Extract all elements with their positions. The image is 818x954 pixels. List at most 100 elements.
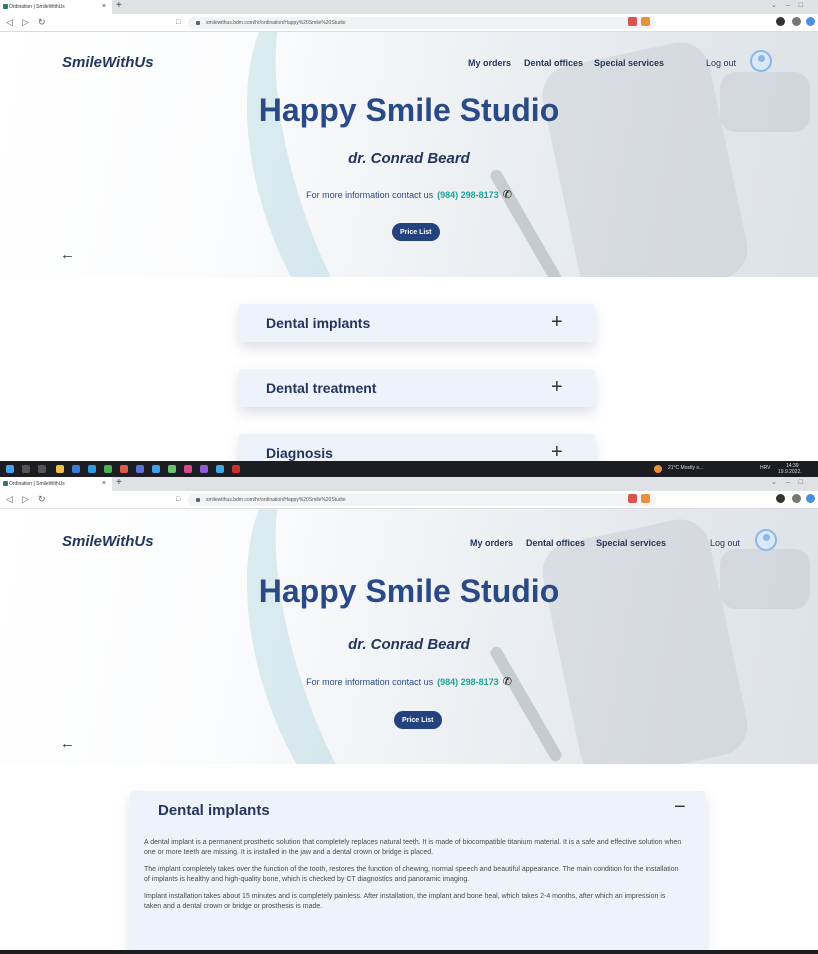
weather-text[interactable]: 21°C Mostly s... [668, 465, 703, 471]
taskbar-app-icon[interactable] [72, 465, 80, 473]
windows-start-icon[interactable] [6, 465, 14, 473]
profile-icon[interactable] [806, 17, 815, 26]
window-icon[interactable] [792, 17, 801, 26]
taskbar-app-icon[interactable] [168, 465, 176, 473]
extension-icon[interactable] [628, 494, 637, 503]
hero-section: SmileWithUs My orders Dental offices Spe… [0, 509, 818, 764]
taskbar-app-icon[interactable] [104, 465, 112, 473]
nav-my-orders[interactable]: My orders [468, 58, 511, 68]
language-indicator[interactable]: HRV [760, 465, 770, 471]
favicon-icon [3, 4, 8, 9]
address-bar: ◁ ▷ ↻ □ smilewithus.bdm.com/hr/ordinatio… [0, 14, 818, 32]
accordion-dental-implants[interactable]: Dental implants + [239, 304, 595, 342]
back-icon[interactable]: ◁ [6, 17, 13, 28]
user-avatar-icon[interactable] [755, 529, 777, 551]
studio-title: Happy Smile Studio [258, 573, 560, 609]
user-avatar-icon[interactable] [750, 50, 772, 72]
puzzle-icon[interactable] [776, 17, 785, 26]
paragraph: The implant completely takes over the fu… [144, 866, 679, 883]
url-text: smilewithus.bdm.com/hr/ordination/Happy%… [206, 497, 346, 503]
price-list-button[interactable]: Price List [392, 223, 440, 241]
taskbar-app-icon[interactable] [88, 465, 96, 473]
url-input[interactable]: smilewithus.bdm.com/hr/ordination/Happy%… [188, 17, 656, 29]
accordion-title: Dental treatment [266, 380, 377, 396]
back-arrow-icon[interactable]: ← [60, 246, 75, 263]
new-tab-button[interactable]: + [116, 478, 122, 488]
logout-link[interactable]: Log out [710, 538, 740, 548]
url-text: smilewithus.bdm.com/hr/ordination/Happy%… [206, 20, 346, 26]
taskbar-app-icon[interactable] [152, 465, 160, 473]
nav-dental-offices[interactable]: Dental offices [524, 58, 583, 68]
new-tab-button[interactable]: + [116, 1, 122, 11]
clock-date[interactable]: 19.9.2022. [778, 469, 802, 475]
accordion-body: A dental implant is a permanent prosthet… [144, 838, 684, 919]
browser-tab[interactable]: Ordination | SmileWithUs × [0, 0, 112, 14]
taskbar-app-icon[interactable] [232, 465, 240, 473]
back-icon[interactable]: ◁ [6, 494, 13, 505]
taskbar-app-icon[interactable] [216, 465, 224, 473]
hero-background-decor [488, 644, 564, 764]
profile-icon[interactable] [806, 494, 815, 503]
bookmark-icon[interactable]: □ [176, 494, 180, 505]
site-logo[interactable]: SmileWithUs [62, 54, 154, 71]
plus-icon[interactable]: + [551, 376, 563, 399]
taskbar-app-icon[interactable] [136, 465, 144, 473]
window-icon[interactable] [792, 494, 801, 503]
url-input[interactable]: smilewithus.bdm.com/hr/ordination/Happy%… [188, 494, 656, 506]
logout-link[interactable]: Log out [706, 58, 736, 68]
taskbar-app-icon[interactable] [56, 465, 64, 473]
accordion-dental-implants-expanded[interactable]: Dental implants − A dental implant is a … [130, 791, 706, 954]
lock-icon [196, 21, 200, 25]
taskbar-app-icon[interactable] [184, 465, 192, 473]
tab-title: Ordination | SmileWithUs [9, 4, 65, 10]
tab-close-icon[interactable]: × [102, 480, 106, 487]
task-view-icon[interactable] [38, 465, 46, 473]
nav-dental-offices[interactable]: Dental offices [526, 538, 585, 548]
taskbar-app-icon[interactable] [120, 465, 128, 473]
window-controls[interactable]: ⌄–□ [771, 478, 812, 486]
extension-icon[interactable] [628, 17, 637, 26]
nav-special-services[interactable]: Special services [594, 58, 664, 68]
price-list-button[interactable]: Price List [394, 711, 442, 729]
site-logo[interactable]: SmileWithUs [62, 533, 154, 550]
extension-icon[interactable] [641, 17, 650, 26]
nav-my-orders[interactable]: My orders [470, 538, 513, 548]
studio-title: Happy Smile Studio [258, 92, 560, 128]
contact-line: For more information contact us (984) 298… [0, 675, 818, 688]
reload-icon[interactable]: ↻ [38, 494, 46, 505]
browser-tab-bar: Ordination | SmileWithUs × + ⌄–□ [0, 0, 818, 14]
phone-icon: ✆ [502, 189, 512, 201]
extension-icon[interactable] [641, 494, 650, 503]
browser-tab-bar: Ordination | SmileWithUs × + ⌄–□ [0, 477, 818, 491]
screenshot-collapsed: Ordination | SmileWithUs × + ⌄–□ ◁ ▷ ↻ □… [0, 0, 818, 477]
taskbar-app-icon[interactable] [200, 465, 208, 473]
plus-icon[interactable]: + [551, 311, 563, 334]
search-icon[interactable] [22, 465, 30, 473]
accordion-title: Diagnosis [266, 445, 333, 461]
paragraph: Implant installation takes about 15 minu… [144, 893, 666, 910]
favicon-icon [3, 481, 8, 486]
hero-section: SmileWithUs My orders Dental offices Spe… [0, 32, 818, 277]
windows-taskbar [0, 950, 818, 954]
window-controls[interactable]: ⌄–□ [771, 1, 812, 9]
puzzle-icon[interactable] [776, 494, 785, 503]
bookmark-icon[interactable]: □ [176, 17, 180, 28]
phone-link[interactable]: (984) 298-8173 [437, 190, 499, 200]
minus-icon[interactable]: − [674, 796, 686, 819]
forward-icon[interactable]: ▷ [22, 494, 29, 505]
accordion-dental-treatment[interactable]: Dental treatment + [239, 369, 595, 407]
phone-link[interactable]: (984) 298-8173 [437, 677, 499, 687]
reload-icon[interactable]: ↻ [38, 17, 46, 28]
accordion-title: Dental implants [158, 802, 270, 819]
weather-icon[interactable] [654, 465, 662, 473]
nav-special-services[interactable]: Special services [596, 538, 666, 548]
screenshot-expanded: Ordination | SmileWithUs × + ⌄–□ ◁ ▷ ↻ □… [0, 477, 818, 954]
browser-tab[interactable]: Ordination | SmileWithUs × [0, 477, 112, 491]
windows-taskbar: 21°C Mostly s... HRV 14:39 19.9.2022. [0, 461, 818, 477]
tab-close-icon[interactable]: × [102, 3, 106, 10]
phone-icon: ✆ [502, 676, 512, 688]
forward-icon[interactable]: ▷ [22, 17, 29, 28]
tab-title: Ordination | SmileWithUs [9, 481, 65, 487]
back-arrow-icon[interactable]: ← [60, 735, 75, 752]
address-bar: ◁ ▷ ↻ □ smilewithus.bdm.com/hr/ordinatio… [0, 491, 818, 509]
